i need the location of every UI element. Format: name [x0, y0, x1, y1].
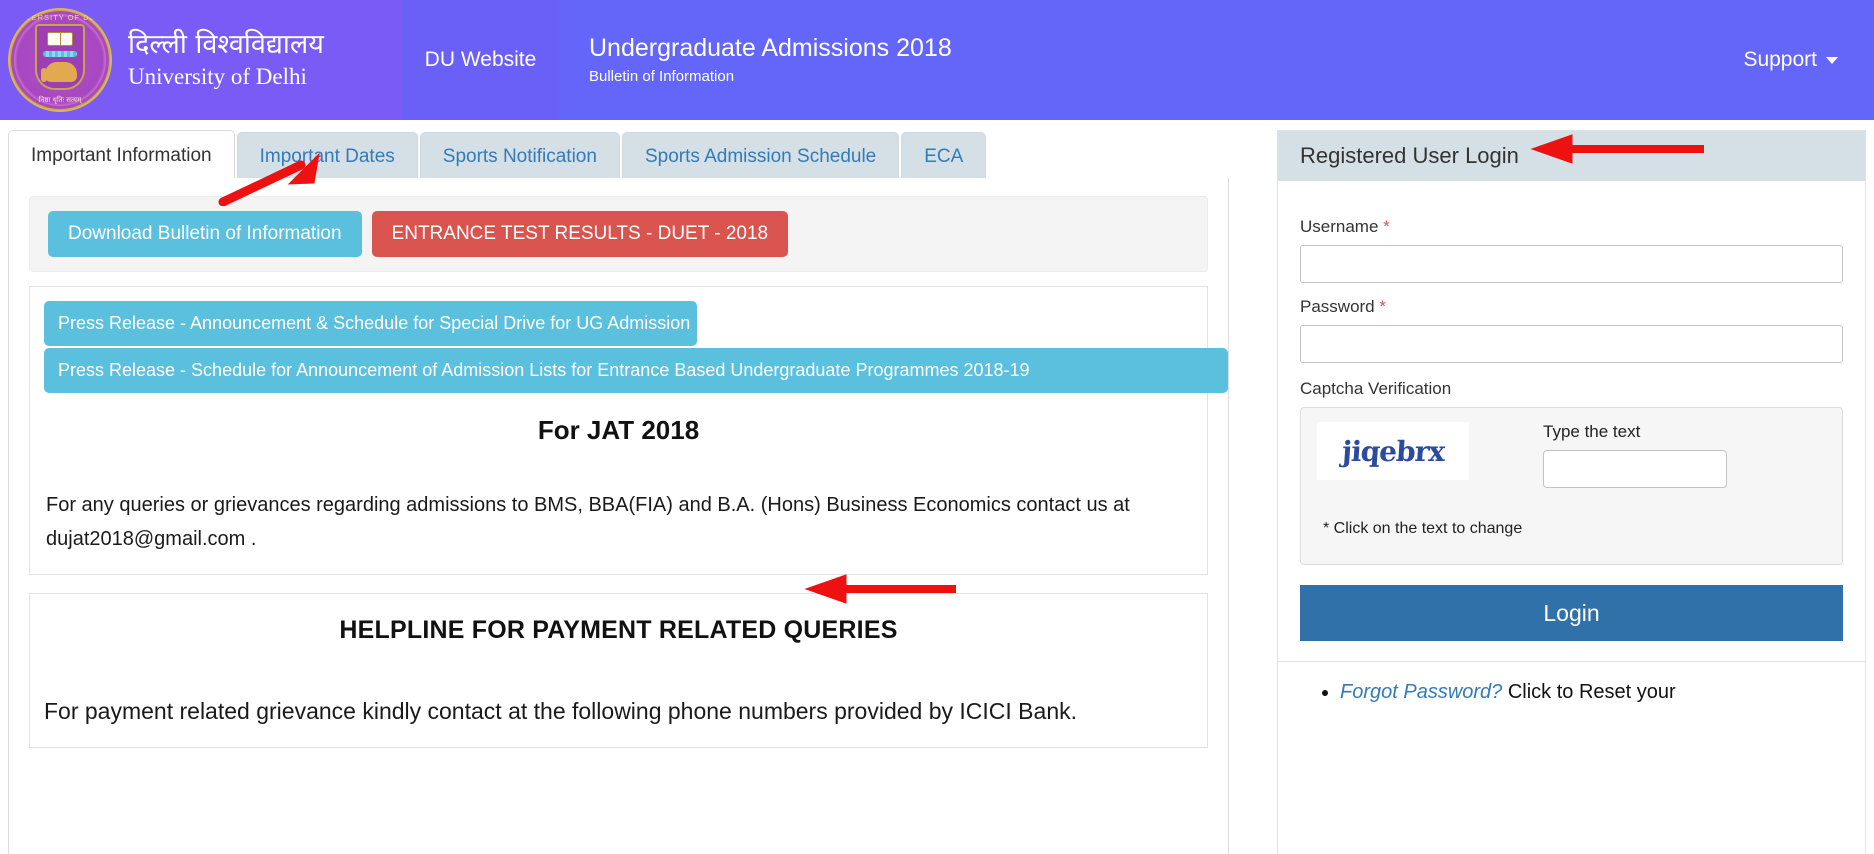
logo-arc-text: UNIVERSITY OF DELHI	[9, 13, 111, 22]
username-required-asterisk: *	[1383, 217, 1390, 236]
captcha-box: jiqebrx * Click on the text to change Ty…	[1300, 407, 1843, 565]
brand-name-english: University of Delhi	[128, 64, 307, 89]
logo-wave-icon	[43, 51, 77, 57]
brand-name-hindi: दिल्ली विश्वविद्यालय	[128, 29, 324, 60]
tab-bar: Important Information Important Dates Sp…	[8, 130, 988, 180]
announcements-panel: Press Release - Announcement & Schedule …	[29, 286, 1228, 575]
helpline-title: HELPLINE FOR PAYMENT RELATED QUERIES	[339, 616, 898, 644]
forgot-password-link[interactable]: Forgot Password?	[1340, 681, 1502, 703]
university-of-delhi-logo-icon: UNIVERSITY OF DELHI निष्ठा धृतिः सत्यम्	[8, 8, 112, 112]
chevron-down-icon	[1826, 56, 1838, 64]
main-content-card: Download Bulletin of Information ENTRANC…	[8, 178, 1229, 854]
helpline-paragraph: For payment related grievance kindly con…	[44, 698, 1078, 724]
logo-motto-text: निष्ठा धृतिः सत्यम्	[38, 96, 82, 104]
login-button[interactable]: Login	[1300, 585, 1843, 641]
captcha-text: jiqebrx	[1340, 434, 1446, 468]
captcha-input[interactable]	[1543, 450, 1727, 488]
password-required-asterisk: *	[1379, 297, 1386, 316]
tab-sports-notification[interactable]: Sports Notification	[419, 132, 620, 180]
du-website-link[interactable]: DU Website	[402, 0, 559, 120]
header-title-block: Undergraduate Admissions 2018 Bulletin o…	[559, 0, 1743, 120]
password-label-text: Password	[1300, 297, 1375, 316]
captcha-hint-text: * Click on the text to change	[1323, 520, 1523, 537]
press-release-special-drive-link[interactable]: Press Release - Announcement & Schedule …	[44, 301, 697, 346]
support-label: Support	[1743, 48, 1817, 71]
username-input[interactable]	[1300, 245, 1843, 283]
captcha-entry-group: Type the text	[1543, 422, 1727, 488]
captcha-section-label: Captcha Verification	[1300, 379, 1452, 398]
tab-eca[interactable]: ECA	[901, 132, 987, 180]
login-panel-title: Registered User Login	[1278, 131, 1865, 181]
username-label: Username *	[1300, 217, 1843, 237]
brand-block: UNIVERSITY OF DELHI निष्ठा धृतिः सत्यम् …	[0, 0, 402, 120]
login-footer: Forgot Password? Click to Reset your	[1278, 661, 1865, 708]
helpline-panel: HELPLINE FOR PAYMENT RELATED QUERIES For…	[29, 593, 1208, 748]
tab-sports-admission-schedule[interactable]: Sports Admission Schedule	[621, 132, 900, 180]
tab-important-dates[interactable]: Important Dates	[236, 132, 418, 180]
logo-elephant-icon	[41, 62, 77, 82]
download-bulletin-button[interactable]: Download Bulletin of Information	[48, 211, 362, 257]
password-label: Password *	[1300, 297, 1843, 317]
registered-user-login-panel: Registered User Login Username * Passwor…	[1277, 130, 1866, 854]
list-item: Forgot Password? Click to Reset your	[1340, 676, 1843, 708]
press-release-admission-lists-link[interactable]: Press Release - Schedule for Announcemen…	[44, 348, 1228, 393]
page-title: Undergraduate Admissions 2018	[589, 34, 952, 62]
site-header: UNIVERSITY OF DELHI निष्ठा धृतिः सत्यम् …	[0, 0, 1874, 120]
page-body: Important Information Important Dates Sp…	[0, 120, 1874, 854]
logo-shield	[35, 24, 85, 90]
tab-important-information[interactable]: Important Information	[8, 130, 235, 180]
captcha-image[interactable]: jiqebrx	[1317, 422, 1469, 480]
brand-names: दिल्ली विश्वविद्यालय University of Delhi	[128, 28, 324, 92]
login-form: Username * Password * Captcha Verificati…	[1278, 181, 1865, 641]
login-help-list: Forgot Password? Click to Reset your	[1318, 676, 1843, 708]
support-menu[interactable]: Support	[1743, 0, 1874, 120]
password-input[interactable]	[1300, 325, 1843, 363]
jat-section-paragraph: For any queries or grievances regarding …	[46, 494, 1130, 550]
action-button-row: Download Bulletin of Information ENTRANC…	[29, 196, 1208, 272]
logo-book-icon	[47, 32, 73, 46]
jat-section-title: For JAT 2018	[537, 415, 700, 445]
username-label-text: Username	[1300, 217, 1379, 236]
captcha-input-label: Type the text	[1543, 422, 1641, 441]
entrance-test-results-button[interactable]: ENTRANCE TEST RESULTS - DUET - 2018	[371, 211, 789, 257]
page-subtitle: Bulletin of Information	[589, 68, 735, 85]
forgot-password-rest: Click to Reset your	[1502, 681, 1676, 703]
